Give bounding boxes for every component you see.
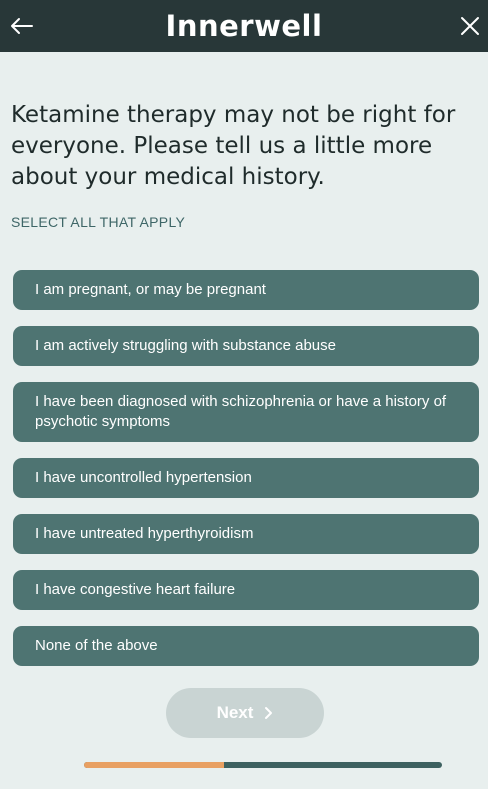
header-bar: Innerwell xyxy=(0,0,488,52)
option-pregnant[interactable]: I am pregnant, or may be pregnant xyxy=(13,270,479,310)
option-label: I am pregnant, or may be pregnant xyxy=(35,281,266,298)
option-label: I have untreated hyperthyroidism xyxy=(35,525,254,542)
question-heading: Ketamine therapy may not be right for ev… xyxy=(11,102,456,190)
chevron-right-icon xyxy=(265,707,273,719)
close-icon[interactable] xyxy=(458,14,482,38)
option-hyperthyroidism[interactable]: I have untreated hyperthyroidism xyxy=(13,514,479,554)
option-label: None of the above xyxy=(35,637,158,654)
next-button-label: Next xyxy=(216,703,254,722)
option-label: I have been diagnosed with schizophrenia… xyxy=(35,393,447,430)
app-logo: Innerwell xyxy=(165,9,323,43)
option-label: I am actively struggling with substance … xyxy=(35,337,336,354)
progress-bar xyxy=(84,762,442,768)
next-button[interactable]: Next xyxy=(166,688,324,738)
option-label: I have congestive heart failure xyxy=(35,581,236,598)
option-label: I have uncontrolled hypertension xyxy=(35,469,252,486)
progress-bar-fill xyxy=(84,762,224,768)
option-substance-abuse[interactable]: I am actively struggling with substance … xyxy=(13,326,479,366)
select-all-instruction: SELECT ALL THAT APPLY xyxy=(11,214,186,230)
options-list: I am pregnant, or may be pregnant I am a… xyxy=(13,270,479,682)
option-none-of-the-above[interactable]: None of the above xyxy=(13,626,479,666)
option-schizophrenia[interactable]: I have been diagnosed with schizophrenia… xyxy=(13,382,479,442)
option-heart-failure[interactable]: I have congestive heart failure xyxy=(13,570,479,610)
option-hypertension[interactable]: I have uncontrolled hypertension xyxy=(13,458,479,498)
